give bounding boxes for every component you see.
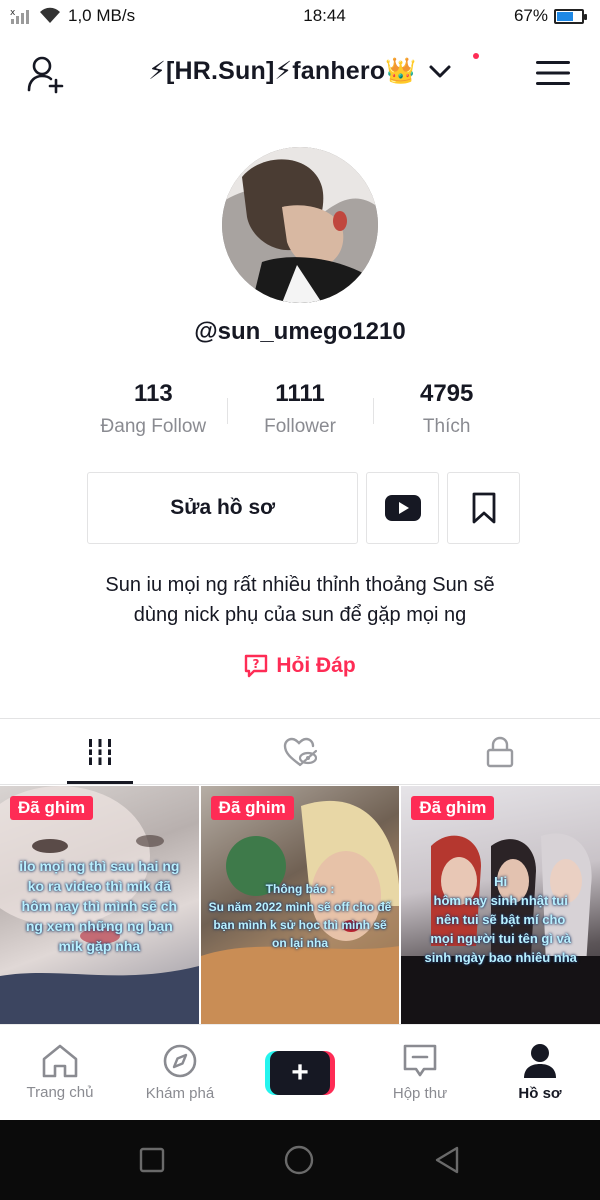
chevron-down-icon (429, 65, 451, 78)
nav-home[interactable]: Trang chủ (0, 1025, 120, 1120)
question-bubble-icon: ? (245, 654, 268, 678)
tab-videos[interactable] (0, 719, 200, 784)
qa-label: Hỏi Đáp (276, 654, 356, 677)
inbox-icon (403, 1044, 437, 1077)
edit-profile-button[interactable]: Sửa hồ sơ (87, 472, 359, 544)
video-caption: Thông báo : Su năm 2022 mình sẽ off cho … (201, 880, 400, 952)
tab-liked[interactable] (200, 719, 400, 784)
qa-link[interactable]: ? Hỏi Đáp (0, 654, 600, 678)
lock-icon (486, 736, 514, 767)
plus-icon: + (270, 1050, 330, 1095)
home-button-icon[interactable] (283, 1144, 315, 1176)
svg-text:x: x (10, 8, 16, 18)
likes-count: 4795 (419, 380, 474, 407)
pinned-badge: Đã ghim (10, 796, 94, 820)
profile-icon (524, 1044, 556, 1078)
bio-line: Sun iu mọi ng rất nhiều thỉnh thoảng Sun… (105, 574, 495, 596)
caption-line: sinh ngày bao nhiêu nha (424, 950, 577, 965)
back-icon[interactable] (433, 1145, 461, 1175)
video-caption: ilo mọi ng thì sau hai ng ko ra video th… (0, 856, 199, 956)
grid-icon (87, 738, 113, 765)
bio-line: dùng nick phụ của sun để gặp mọi ng (133, 604, 467, 626)
nav-profile[interactable]: Hồ sơ (480, 1025, 600, 1120)
wifi-icon (40, 7, 60, 23)
caption-line: hôm nay sinh nhật tui (433, 893, 568, 908)
profile-bio: Sun iu mọi ng rất nhiều thỉnh thoảng Sun… (0, 570, 600, 630)
profile-header: ⚡[HR.Sun]⚡fanhero👑 (0, 44, 600, 104)
caption-line: nên tui sẽ bật mí cho (436, 912, 566, 927)
caption-line: bạn mình k sử học thì mình sẽ (213, 918, 387, 932)
youtube-icon (384, 495, 421, 521)
caption-line: Su năm 2022 mình sẽ off cho đế (208, 900, 392, 914)
followers-count: 1111 (275, 380, 325, 407)
profile-stats: 113 Đang Follow 1111 Follower 4795 Thích (80, 378, 520, 448)
caption-line: ilo mọi ng thì sau hai ng (19, 858, 180, 874)
account-switcher[interactable]: ⚡[HR.Sun]⚡fanhero👑 (0, 56, 600, 86)
caption-line: hôm nay thì mình sẽ ch (21, 898, 178, 914)
svg-text:?: ? (253, 657, 260, 671)
compass-icon (163, 1044, 197, 1078)
username: @sun_umego1210 (194, 318, 406, 345)
pinned-badge: Đã ghim (210, 796, 294, 820)
home-icon (42, 1044, 78, 1078)
system-nav-bar (0, 1120, 600, 1200)
video-grid: Đã ghim ilo mọi ng thì sau hai ng ko ra … (0, 786, 600, 1024)
battery-icon (553, 8, 587, 24)
pinned-badge: Đã ghim (411, 796, 495, 820)
stat-likes[interactable]: 4795 Thích (373, 378, 520, 448)
video-caption: Hi hôm nay sinh nhật tui nên tui sẽ bật … (401, 872, 600, 967)
notification-dot (473, 53, 479, 59)
video-thumbnail[interactable]: Đã ghim Thông báo : Su năm 2022 mình sẽ … (200, 786, 400, 1024)
profile-actions: Sửa hồ sơ (87, 472, 520, 544)
following-label: Đang Follow (100, 416, 207, 437)
following-count: 113 (133, 380, 173, 407)
caption-line: ko ra video thì mik đã (27, 878, 171, 894)
recent-apps-icon[interactable] (139, 1147, 165, 1173)
profile-tabs (0, 719, 600, 785)
bottom-nav: Trang chủ Khám phá + Hộp thư Hồ sơ (0, 1024, 600, 1120)
nav-create[interactable]: + (240, 1025, 360, 1120)
heart-hidden-icon (283, 737, 317, 766)
likes-label: Thích (422, 416, 471, 437)
nav-home-label: Trang chủ (26, 1084, 94, 1101)
caption-line: Thông báo : (265, 882, 335, 896)
menu-icon[interactable] (536, 58, 570, 88)
create-button[interactable]: + (265, 1050, 335, 1095)
battery-percent: 67% (513, 6, 548, 25)
video-thumbnail[interactable]: Đã ghim Hi hôm nay sinh nhật tui nên tui… (401, 786, 600, 1024)
nav-discover[interactable]: Khám phá (120, 1025, 240, 1120)
favorites-button[interactable] (447, 472, 520, 544)
caption-line: mọi người tui tên gì và (430, 931, 572, 946)
nav-inbox-label: Hộp thư (392, 1085, 448, 1102)
signal-icon: x (10, 8, 29, 24)
caption-line: ng xem những ng bạn (25, 918, 173, 934)
avatar[interactable] (222, 147, 378, 303)
caption-line: mik gặp nha (58, 938, 141, 954)
network-speed: 1,0 MB/s (68, 6, 136, 25)
nav-profile-label: Hồ sơ (518, 1085, 562, 1102)
youtube-button[interactable] (366, 472, 440, 544)
account-title: ⚡[HR.Sun]⚡fanhero👑 (148, 57, 417, 85)
nav-inbox[interactable]: Hộp thư (360, 1025, 480, 1120)
stat-following[interactable]: 113 Đang Follow (80, 378, 227, 448)
clock: 18:44 (303, 6, 346, 25)
nav-discover-label: Khám phá (145, 1085, 215, 1102)
status-bar: x 1,0 MB/s 18:44 67% (0, 0, 600, 32)
bookmark-icon (472, 492, 495, 524)
caption-line: on lại nha (272, 936, 329, 950)
followers-label: Follower (264, 416, 336, 437)
stat-followers[interactable]: 1111 Follower (226, 378, 374, 448)
video-thumbnail[interactable]: Đã ghim ilo mọi ng thì sau hai ng ko ra … (0, 786, 199, 1024)
tab-private[interactable] (400, 719, 600, 784)
caption-line: Hi (494, 874, 508, 889)
